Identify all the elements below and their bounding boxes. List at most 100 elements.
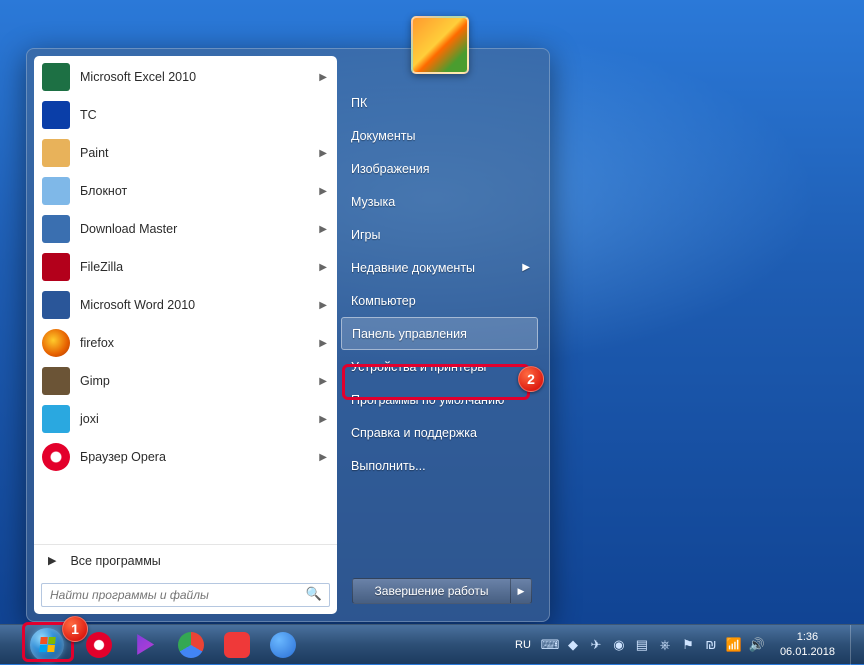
taskbar-chrome[interactable] [170,629,212,661]
right-item-0[interactable]: ПК [337,86,542,119]
start-menu: Microsoft Excel 2010▶TCPaint▶Блокнот▶Dow… [26,48,550,622]
annotation-badge: 2 [518,366,544,392]
start-menu-right-pane: ПК Документы Изображения Музыка Игры Недавние… [337,56,542,614]
clock-date: 06.01.2018 [780,645,835,660]
program-label: firefox [80,336,114,350]
right-item-label: Недавние документы [351,261,475,275]
program-item-joxi[interactable]: joxi▶ [36,400,335,438]
all-programs[interactable]: ▶ Все программы [34,544,337,576]
gimp-icon [42,367,70,395]
program-item-word[interactable]: Microsoft Word 2010▶ [36,286,335,324]
right-item-7[interactable]: Панель управления [341,317,538,350]
tray-app-icon[interactable]: ✈ [588,637,604,653]
submenu-arrow-icon: ▶ [319,262,327,273]
maxthon-icon [270,632,296,658]
opera-icon [86,632,112,658]
program-item-opera[interactable]: Браузер Opera▶ [36,438,335,476]
right-item-label: Устройства и принтеры [351,360,486,374]
annotation-badge: 1 [62,616,88,642]
right-item-11[interactable]: Выполнить... [337,449,542,482]
joxi-icon [42,405,70,433]
right-item-label: Панель управления [352,327,467,341]
right-link-list: ПК Документы Изображения Музыка Игры Недавние… [337,86,542,570]
program-label: Download Master [80,222,177,236]
vivaldi-icon [224,632,250,658]
right-item-6[interactable]: Компьютер [337,284,542,317]
notepad-icon [42,177,70,205]
submenu-arrow-icon: ▶ [319,148,327,159]
search-container: 🔍 [34,576,337,614]
shutdown-button[interactable]: Завершение работы [352,578,510,604]
program-label: Gimp [80,374,110,388]
clock-time: 1:36 [780,630,835,645]
program-item-filezilla[interactable]: FileZilla ▶ [36,248,335,286]
opera-icon [42,443,70,471]
keyboard-icon[interactable]: ⌨ [542,637,558,653]
right-item-4[interactable]: Игры [337,218,542,251]
action-center-icon[interactable]: ⚑ [680,637,696,653]
tc-icon [42,101,70,129]
program-label: Блокнот [80,184,127,198]
right-item-2[interactable]: Изображения [337,152,542,185]
program-label: Paint [80,146,109,160]
firefox-icon [42,329,70,357]
language-indicator[interactable]: RU [511,637,535,653]
program-item-tc[interactable]: TC [36,96,335,134]
chrome-icon [178,632,204,658]
right-item-3[interactable]: Музыка [337,185,542,218]
network-icon[interactable]: ₪ [703,637,719,653]
user-picture[interactable] [411,16,469,74]
all-programs-label: Все программы [70,554,160,568]
program-item-paint[interactable]: Paint ▶ [36,134,335,172]
program-label: TC [80,108,97,122]
program-item-notepad[interactable]: Блокнот▶ [36,172,335,210]
volume-icon[interactable]: 🔊 [749,637,765,653]
taskbar-pinned [78,629,304,661]
system-tray: RU ⌨ ◆ ✈ ◉ ▤ ⎈ ⚑ ₪ 📶 🔊 1:36 06.01.2018 [511,625,860,665]
submenu-arrow-icon: ▶ [319,414,327,425]
shutdown-label: Завершение работы [375,584,489,598]
right-item-label: Выполнить... [351,459,426,473]
program-label: Microsoft Excel 2010 [80,70,196,84]
right-item-5[interactable]: Недавние документы▶ [337,251,542,284]
search-icon: 🔍 [306,586,322,602]
word-icon [42,291,70,319]
media-icon [132,632,158,658]
taskbar-media[interactable] [124,629,166,661]
right-item-label: Игры [351,228,380,242]
right-item-label: Музыка [351,195,395,209]
program-label: Microsoft Word 2010 [80,298,195,312]
right-item-label: Справка и поддержка [351,426,477,440]
program-item-firefox[interactable]: firefox▶ [36,324,335,362]
show-desktop-button[interactable] [850,625,860,665]
chevron-right-icon: ▶ [48,554,56,567]
program-label: FileZilla [80,260,123,274]
program-item-gimp[interactable]: Gimp ▶ [36,362,335,400]
taskbar-vivaldi[interactable] [216,629,258,661]
right-item-8[interactable]: Устройства и принтеры [337,350,542,383]
right-item-label: Документы [351,129,415,143]
windows-logo-icon [30,628,64,662]
tray-app-icon[interactable]: ⎈ [657,637,673,653]
taskbar-clock[interactable]: 1:36 06.01.2018 [780,630,835,660]
submenu-arrow-icon: ▶ [319,224,327,235]
right-item-10[interactable]: Справка и поддержка [337,416,542,449]
taskbar-maxthon[interactable] [262,629,304,661]
search-input[interactable] [41,583,330,607]
tray-app-icon[interactable]: ◉ [611,637,627,653]
tray-app-icon[interactable]: ◆ [565,637,581,653]
right-item-9[interactable]: Программы по умолчанию [337,383,542,416]
network-icon[interactable]: 📶 [726,637,742,653]
shutdown-options-button[interactable]: ▶ [510,578,532,604]
tray-app-icon[interactable]: ▤ [634,637,650,653]
tray-icons: ⌨ ◆ ✈ ◉ ▤ ⎈ ⚑ ₪ 📶 🔊 [542,637,765,653]
shutdown-group: Завершение работы ▶ [352,578,532,604]
program-label: Браузер Opera [80,450,166,464]
right-item-1[interactable]: Документы [337,119,542,152]
program-item-excel[interactable]: Microsoft Excel 2010 ▶ [36,58,335,96]
submenu-arrow-icon: ▶ [319,376,327,387]
submenu-arrow-icon: ▶ [319,72,327,83]
filezilla-icon [42,253,70,281]
right-item-label: ПК [351,96,367,110]
program-item-dm[interactable]: Download Master ▶ [36,210,335,248]
